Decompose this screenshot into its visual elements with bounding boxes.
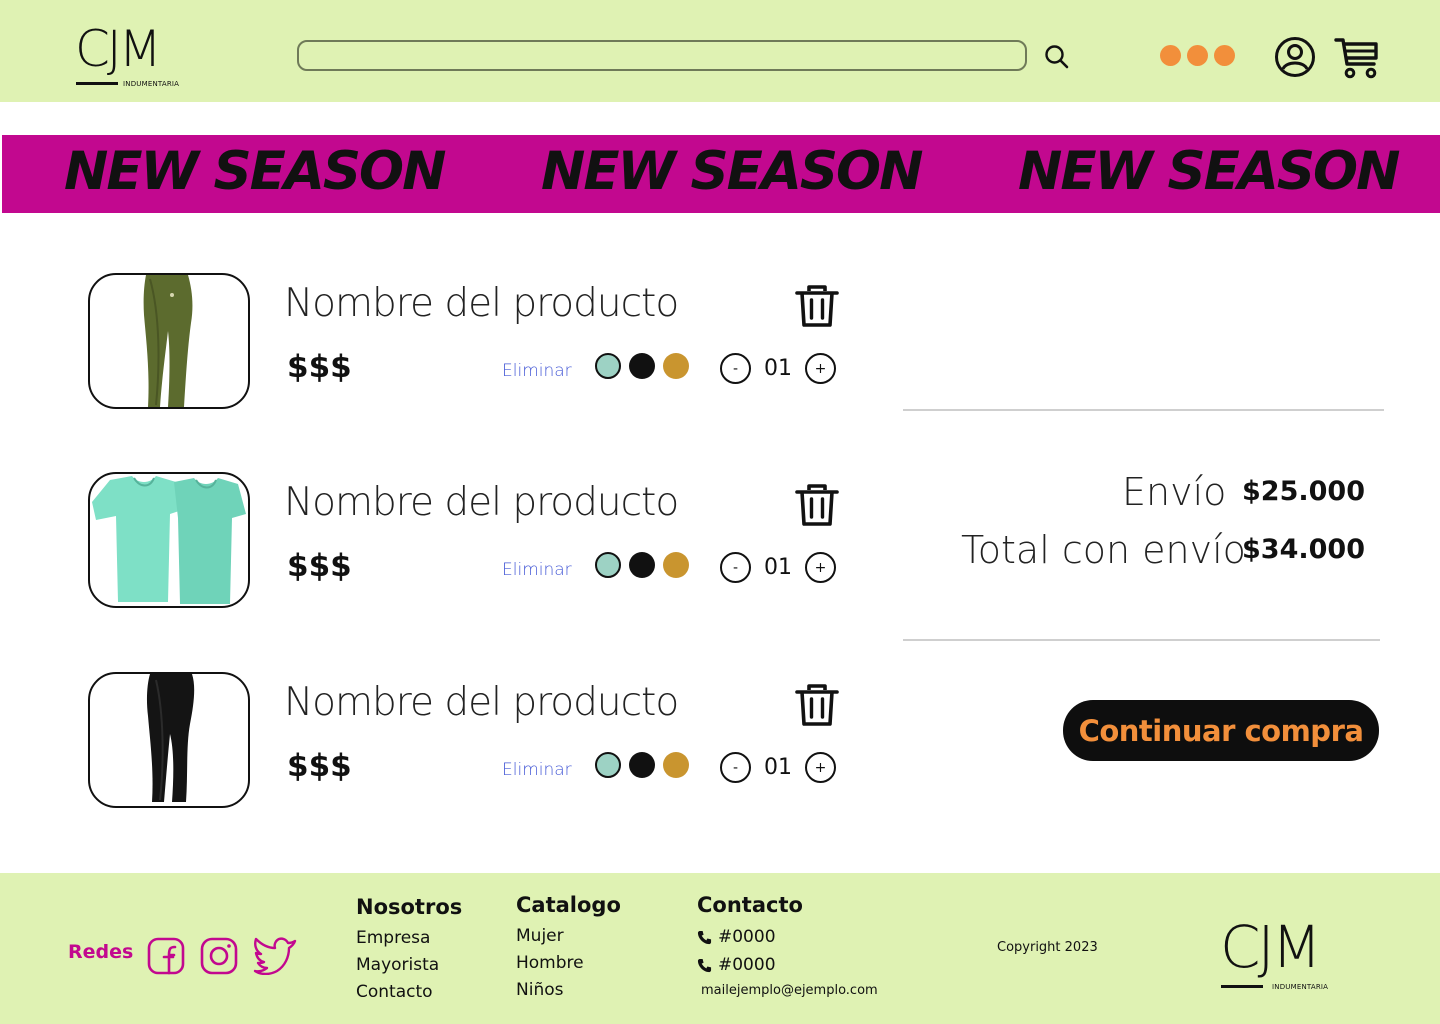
phone-icon — [697, 930, 712, 944]
product-name[interactable]: Nombre del producto — [284, 480, 679, 525]
increment-button[interactable]: + — [805, 752, 836, 783]
quantity-stepper: - 01 + — [720, 353, 836, 384]
contact-phone[interactable]: #0000 — [697, 951, 878, 979]
footer-heading: Contacto — [697, 893, 803, 917]
footer-link-mujer[interactable]: Mujer — [516, 923, 621, 950]
shipping-value: $25.000 — [1242, 476, 1365, 507]
product-price: $$$ — [287, 349, 352, 385]
contact-email[interactable]: mailejemplo@ejemplo.com — [701, 983, 878, 998]
color-swatch-gold[interactable] — [663, 552, 689, 578]
footer-col-contacto: Contacto #0000 #0000 mailejemplo@ejemplo… — [697, 893, 878, 998]
new-season-banner[interactable]: NEW SEASON NEW SEASON NEW SEASON — [2, 135, 1440, 213]
footer-logo[interactable]: CJM INDUMENTARIA — [1220, 913, 1340, 991]
trash-icon[interactable] — [794, 283, 840, 329]
banner-text: NEW SEASON — [541, 141, 923, 202]
more-options-icon[interactable] — [1160, 45, 1236, 67]
color-options — [595, 552, 689, 578]
logo-subtitle: INDUMENTARIA — [1272, 983, 1329, 991]
footer-link-mayorista[interactable]: Mayorista — [356, 952, 462, 979]
product-image[interactable] — [88, 672, 250, 808]
contact-phone[interactable]: #0000 — [697, 923, 878, 951]
cart-item: Nombre del producto $$$ Eliminar - 01 + — [88, 273, 848, 413]
quantity-stepper: - 01 + — [720, 552, 836, 583]
footer-heading: Nosotros — [356, 895, 463, 919]
footer-col-catalogo: Catalogo Mujer Hombre Niños — [516, 893, 621, 1004]
quantity-value: 01 — [764, 755, 792, 780]
user-account-icon[interactable] — [1274, 36, 1316, 78]
color-options — [595, 752, 689, 778]
product-name[interactable]: Nombre del producto — [284, 281, 679, 326]
footer-link-ninos[interactable]: Niños — [516, 977, 621, 1004]
product-image[interactable] — [88, 472, 250, 608]
color-swatch-black[interactable] — [629, 353, 655, 379]
color-swatch-black[interactable] — [629, 752, 655, 778]
remove-link[interactable]: Eliminar — [502, 361, 572, 381]
trash-icon[interactable] — [794, 482, 840, 528]
total-label: Total con envío — [961, 528, 1246, 572]
header: CJM INDUMENTARIA — [0, 0, 1440, 102]
color-swatch-mint[interactable] — [595, 353, 621, 379]
product-image[interactable] — [88, 273, 250, 409]
dot — [1214, 45, 1235, 66]
phone-number: #0000 — [718, 927, 776, 947]
social-label: Redes — [68, 941, 134, 963]
logo-underline — [1221, 985, 1263, 988]
product-price: $$$ — [287, 548, 352, 584]
footer-link-contacto[interactable]: Contacto — [356, 979, 462, 1006]
copyright-text: Copyright 2023 — [997, 940, 1098, 955]
remove-link[interactable]: Eliminar — [502, 760, 572, 780]
logo-mark: CJM — [1220, 913, 1322, 981]
decrement-button[interactable]: - — [720, 353, 751, 384]
color-swatch-black[interactable] — [629, 552, 655, 578]
logo-mark: CJM — [75, 20, 162, 78]
footer-col-nosotros: Nosotros Empresa Mayorista Contacto — [356, 895, 462, 1006]
summary-divider — [903, 409, 1384, 411]
facebook-icon[interactable] — [146, 935, 186, 975]
decrement-button[interactable]: - — [720, 552, 751, 583]
phone-icon — [697, 958, 712, 972]
decrement-button[interactable]: - — [720, 752, 751, 783]
instagram-icon[interactable] — [199, 935, 239, 975]
shipping-label: Envío — [1122, 470, 1227, 514]
total-value: $34.000 — [1242, 534, 1365, 565]
footer-link-hombre[interactable]: Hombre — [516, 950, 621, 977]
phone-number: #0000 — [718, 955, 776, 975]
trash-icon[interactable] — [794, 682, 840, 728]
dot — [1187, 45, 1208, 66]
color-swatch-mint[interactable] — [595, 752, 621, 778]
color-options — [595, 353, 689, 379]
color-swatch-gold[interactable] — [663, 752, 689, 778]
increment-button[interactable]: + — [805, 353, 836, 384]
product-name[interactable]: Nombre del producto — [284, 680, 679, 725]
cart-item: Nombre del producto $$$ Eliminar - 01 + — [88, 672, 848, 812]
brand-logo[interactable]: CJM INDUMENTARIA — [75, 24, 195, 94]
shopping-cart-icon[interactable] — [1334, 36, 1380, 80]
quantity-value: 01 — [764, 555, 792, 580]
color-swatch-gold[interactable] — [663, 353, 689, 379]
mint-t-shirts-image — [92, 476, 246, 604]
quantity-stepper: - 01 + — [720, 752, 836, 783]
logo-subtitle: INDUMENTARIA — [123, 80, 180, 88]
search-input[interactable] — [297, 40, 1027, 71]
continue-purchase-button[interactable]: Continuar compra — [1063, 700, 1379, 761]
footer: Redes Nosotros Empresa Mayorista Contact… — [0, 873, 1440, 1024]
footer-link-empresa[interactable]: Empresa — [356, 925, 462, 952]
banner-text: NEW SEASON — [64, 141, 446, 202]
logo-underline — [76, 82, 118, 85]
dot — [1160, 45, 1181, 66]
black-leggings-image — [146, 674, 195, 802]
banner-text: NEW SEASON — [1018, 141, 1400, 202]
increment-button[interactable]: + — [805, 552, 836, 583]
product-price: $$$ — [287, 748, 352, 784]
cart-item: Nombre del producto $$$ Eliminar - 01 + — [88, 472, 848, 612]
search-icon[interactable] — [1044, 44, 1070, 70]
remove-link[interactable]: Eliminar — [502, 560, 572, 580]
summary-divider — [903, 639, 1380, 641]
color-swatch-mint[interactable] — [595, 552, 621, 578]
twitter-icon[interactable] — [252, 935, 298, 975]
olive-leggings-image — [143, 275, 193, 407]
quantity-value: 01 — [764, 356, 792, 381]
footer-heading: Catalogo — [516, 893, 621, 917]
